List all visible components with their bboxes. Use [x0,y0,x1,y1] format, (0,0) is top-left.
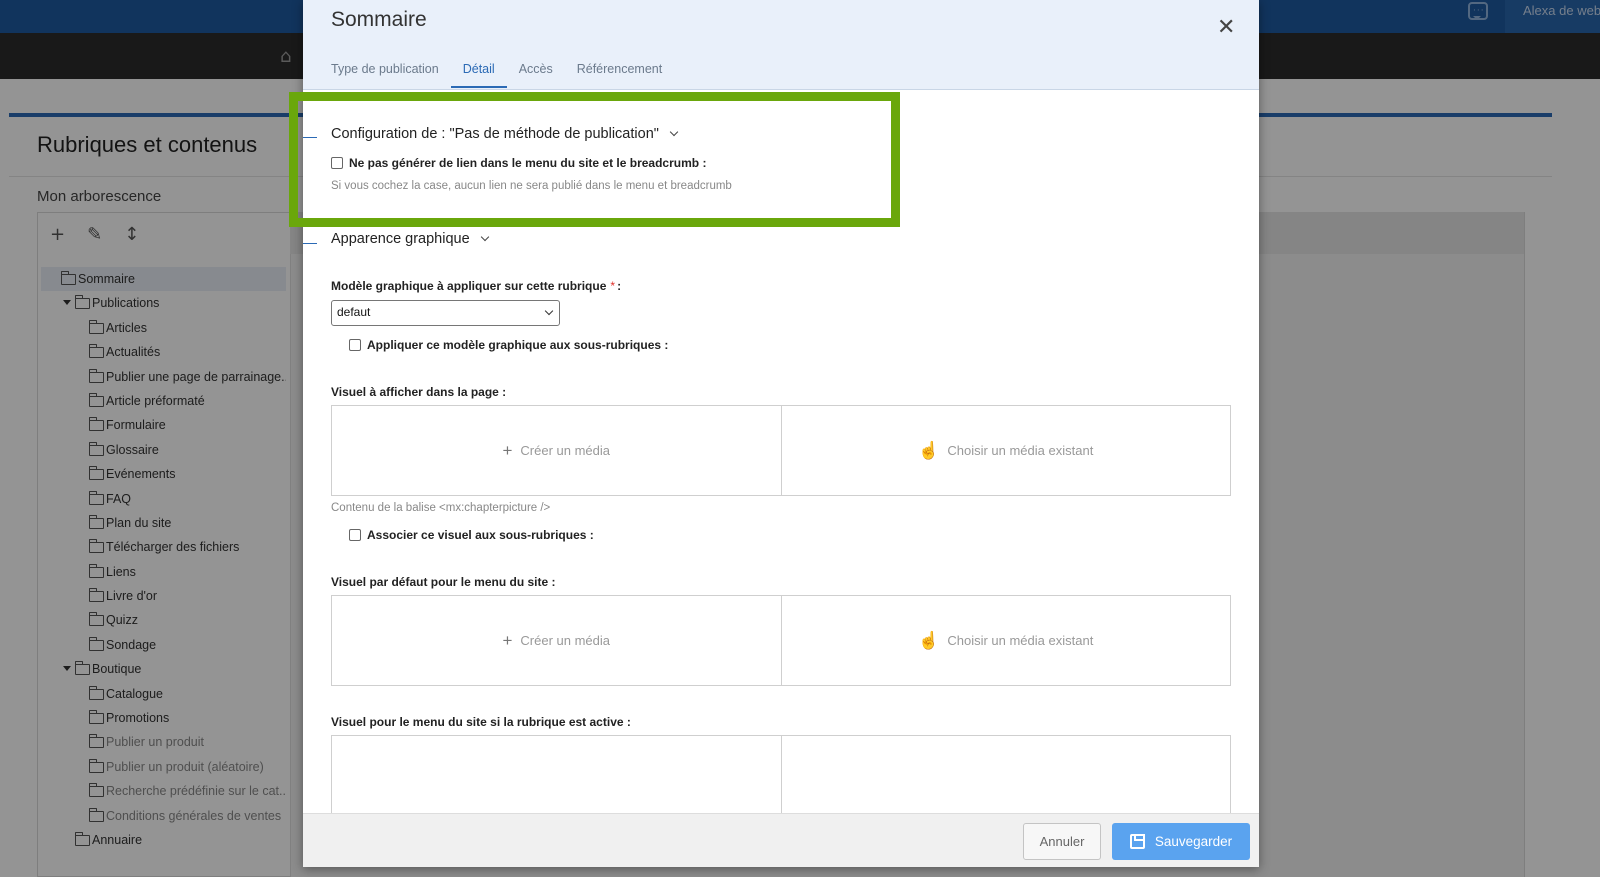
section-marker [303,137,317,138]
save-button-label: Sauvegarder [1154,834,1233,849]
cancel-button[interactable]: Annuler [1023,823,1101,860]
chevron-down-icon [544,306,554,316]
create-media-button[interactable] [332,736,781,813]
no-link-checkbox[interactable] [331,157,343,169]
create-media-button[interactable]: + Créer un média [332,596,781,685]
visual-active-label: Visuel pour le menu du site si la rubriq… [331,715,631,729]
modal-body[interactable]: Configuration de : "Pas de méthode de pu… [303,90,1259,813]
visual-page-media: + Créer un média ☝ Choisir un média exis… [331,405,1231,496]
chevron-down-icon [480,232,489,242]
model-label-colon: : [617,279,622,293]
appearance-section-title[interactable]: Apparence graphique [331,231,489,247]
save-button[interactable]: Sauvegarder [1112,823,1250,860]
pointer-hand-icon: ☝ [918,630,940,650]
associate-sub-row: Associer ce visuel aux sous-rubriques : [349,528,594,542]
plus-icon: + [502,440,513,460]
apply-sub-row: Appliquer ce modèle graphique aux sous-r… [349,338,668,352]
tag-help: Contenu de la balise <mx:chapterpicture … [331,502,551,514]
required-marker: * [610,279,616,293]
no-link-checkbox-row: Ne pas générer de lien dans le menu du s… [331,156,706,170]
appearance-section-label: Apparence graphique [331,231,470,247]
visual-page-label: Visuel à afficher dans la page : [331,385,507,399]
create-media-label: Créer un média [520,633,611,648]
chevron-down-icon [669,127,679,137]
modal-header: Sommaire ✕ Type de publication Détail Ac… [303,0,1259,90]
modal-title: Sommaire [331,8,427,31]
tab-acces[interactable]: Accès [507,62,565,88]
pointer-hand-icon: ☝ [918,440,940,460]
plus-icon: + [502,630,513,650]
section-marker [303,243,317,244]
tab-detail[interactable]: Détail [450,62,507,88]
no-link-help: Si vous cochez la case, aucun lien ne se… [331,180,732,192]
save-icon [1129,834,1145,849]
model-label-text: Modèle graphique à appliquer sur cette r… [331,279,607,293]
config-section-label: Configuration de : "Pas de méthode de pu… [331,126,659,142]
visual-menu-label: Visuel par défaut pour le menu du site : [331,575,556,589]
associate-sub-checkbox[interactable] [349,529,361,541]
close-icon[interactable]: ✕ [1217,15,1235,40]
associate-sub-label: Associer ce visuel aux sous-rubriques : [367,528,594,542]
tab-referencement[interactable]: Référencement [565,62,674,88]
tabs: Type de publication Détail Accès Référen… [331,62,674,88]
create-media-label: Créer un média [520,443,611,458]
tab-type-publication[interactable]: Type de publication [331,62,451,88]
model-label: Modèle graphique à appliquer sur cette r… [331,279,621,293]
choose-media-label: Choisir un média existant [947,443,1094,458]
config-section-title[interactable]: Configuration de : "Pas de méthode de pu… [331,126,679,142]
choose-media-button[interactable]: ☝ Choisir un média existant [780,406,1231,495]
visual-menu-media: + Créer un média ☝ Choisir un média exis… [331,595,1231,686]
choose-media-label: Choisir un média existant [947,633,1094,648]
no-link-checkbox-label: Ne pas générer de lien dans le menu du s… [349,156,707,170]
modal-footer: Annuler Sauvegarder [303,813,1259,867]
model-select-value: defaut [337,305,371,319]
visual-active-media [331,735,1231,813]
choose-media-button[interactable]: ☝ Choisir un média existant [780,596,1231,685]
apply-sub-label: Appliquer ce modèle graphique aux sous-r… [367,338,669,352]
create-media-button[interactable]: + Créer un média [332,406,781,495]
model-select[interactable]: defaut [331,300,560,326]
apply-sub-checkbox[interactable] [349,339,361,351]
modal-dialog: Sommaire ✕ Type de publication Détail Ac… [303,0,1259,867]
choose-media-button[interactable] [780,736,1231,813]
